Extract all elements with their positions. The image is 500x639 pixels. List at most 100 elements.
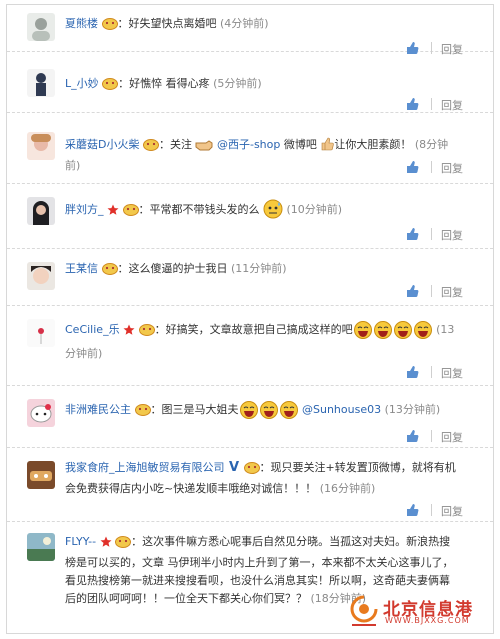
thumbs-up-icon[interactable] — [405, 365, 419, 379]
vip-badge-icon — [243, 461, 260, 480]
avatar[interactable] — [27, 69, 55, 97]
star-badge-icon — [123, 324, 135, 342]
comment-body: 胖刘方_ ：平常都不带钱头发的么 (10分钟前) — [65, 199, 460, 225]
vip-badge-icon — [142, 138, 159, 157]
comment-time: (16分钟前) — [319, 482, 376, 495]
comment-time: (4分钟前) — [220, 17, 269, 30]
comment-actions: 回复 — [405, 160, 475, 176]
avatar[interactable] — [27, 461, 55, 489]
thumbs-up-emoji-icon — [320, 137, 335, 157]
comment-time: (5分钟前) — [213, 77, 262, 90]
username[interactable]: 非洲难民公主 — [65, 403, 131, 416]
comment-text: ：好搞笑，文章故意把自己搞成这样的吧 — [154, 323, 353, 336]
reply-link[interactable]: 回复 — [441, 503, 463, 519]
laughing-emoji-icon — [353, 321, 373, 345]
comment-actions: 回复 — [405, 503, 475, 519]
reply-link[interactable]: 回复 — [441, 365, 463, 381]
comment-time: (11分钟前) — [231, 262, 287, 275]
logo-mark-icon — [350, 595, 378, 626]
comment-body: 采蘑菇D小火柴 ：关注 @西子-shop 微博吧 让你大胆素颜！ (8分钟前) — [65, 136, 460, 175]
comment-text: ：好憔悴 看得心疼 — [118, 77, 210, 90]
thumbs-up-icon[interactable] — [405, 503, 419, 517]
comment-actions: 回复 — [405, 97, 475, 113]
comment-item: 我家食府_上海旭敏贸易有限公司 V ：现只要关注+转发置顶微博，就将有机会免费获… — [7, 447, 493, 522]
reply-link[interactable]: 回复 — [441, 97, 463, 113]
laughing-emoji-icon — [393, 321, 413, 345]
username[interactable]: 采蘑菇D小火柴 — [65, 138, 139, 151]
avatar[interactable] — [27, 399, 55, 427]
divider — [431, 98, 432, 110]
thumbs-up-icon[interactable] — [405, 97, 419, 111]
username[interactable]: 夏熊楼 — [65, 17, 98, 30]
star-badge-icon — [100, 536, 112, 554]
comment-list: 夏熊楼 ：好失望快点离婚吧 (4分钟前) 回复 L_小妙 ：好憔悴 看得心疼 (… — [6, 4, 494, 634]
vip-badge-icon — [115, 535, 132, 554]
pointing-hand-emoji-icon — [195, 139, 213, 157]
watermark-url: WWW.BJXXG.COM — [385, 616, 470, 625]
comment-actions: 回复 — [405, 284, 475, 300]
vip-badge-icon — [134, 403, 151, 422]
verified-v-icon: V — [228, 460, 240, 475]
avatar[interactable] — [27, 533, 55, 561]
avatar[interactable] — [27, 262, 55, 290]
comment-text: ：好失望快点离婚吧 — [117, 17, 217, 30]
avatar[interactable] — [27, 13, 55, 41]
laughing-emoji-icon — [279, 401, 299, 425]
divider — [431, 366, 432, 378]
avatar[interactable] — [27, 197, 55, 225]
vip-badge-icon — [102, 77, 119, 96]
username[interactable]: 我家食府_上海旭敏贸易有限公司 — [65, 461, 225, 474]
thumbs-up-icon[interactable] — [405, 160, 419, 174]
thumbs-up-icon[interactable] — [405, 429, 419, 443]
comment-time: (10分钟前) — [286, 203, 343, 216]
username[interactable]: FLYY-- — [65, 535, 96, 548]
thumbs-up-icon[interactable] — [405, 227, 419, 241]
username[interactable]: 胖刘方_ — [65, 203, 104, 216]
laughing-emoji-icon — [239, 401, 259, 425]
reply-link[interactable]: 回复 — [441, 160, 463, 176]
comment-actions: 回复 — [405, 365, 475, 381]
username[interactable]: L_小妙 — [65, 77, 99, 90]
comment-body: 我家食府_上海旭敏贸易有限公司 V ：现只要关注+转发置顶微博，就将有机会免费获… — [65, 459, 460, 498]
sweat-emoji-icon — [263, 199, 283, 225]
vip-badge-icon — [138, 323, 155, 342]
mention-link[interactable]: @Sunhouse03 — [302, 403, 381, 416]
comment-text: 让你大胆素颜！ — [334, 138, 412, 151]
comment-actions: 回复 — [405, 227, 475, 243]
mention-link[interactable]: @西子-shop — [217, 138, 280, 151]
vip-badge-icon — [101, 17, 118, 36]
comment-item: CeCilie_乐 ：好搞笑，文章故意把自己搞成这样的吧 (13分钟前) 回复 — [7, 305, 493, 386]
comment-text: ：关注 — [158, 138, 192, 151]
site-watermark-logo: 北京信息港 WWW.BJXXG.COM — [349, 595, 489, 629]
laughing-emoji-icon — [259, 401, 279, 425]
avatar[interactable] — [27, 319, 55, 347]
vip-badge-icon — [101, 262, 118, 281]
thumbs-up-icon[interactable] — [405, 284, 419, 298]
divider — [431, 430, 432, 442]
comment-body: 王某信 ：这么傻逼的护士我日 (11分钟前) — [65, 260, 460, 281]
avatar[interactable] — [27, 132, 55, 160]
comment-text: ：图三是马大姐夫 — [150, 403, 239, 416]
divider — [431, 285, 432, 297]
username[interactable]: CeCilie_乐 — [65, 323, 120, 336]
comment-item: 采蘑菇D小火柴 ：关注 @西子-shop 微博吧 让你大胆素颜！ (8分钟前) … — [7, 112, 493, 184]
divider — [431, 228, 432, 240]
comment-item: 胖刘方_ ：平常都不带钱头发的么 (10分钟前) 回复 — [7, 183, 493, 249]
reply-link[interactable]: 回复 — [441, 284, 463, 300]
comment-time: (13分钟前) — [384, 403, 441, 416]
comment-item: 夏熊楼 ：好失望快点离婚吧 (4分钟前) 回复 — [7, 5, 493, 56]
reply-link[interactable]: 回复 — [441, 429, 463, 445]
reply-link[interactable]: 回复 — [441, 227, 463, 243]
comment-body: 非洲难民公主 ：图三是马大姐夫 @Sunhouse03 (13分钟前) — [65, 401, 460, 425]
comment-body: L_小妙 ：好憔悴 看得心疼 (5分钟前) — [65, 75, 460, 96]
comment-body: CeCilie_乐 ：好搞笑，文章故意把自己搞成这样的吧 (13分钟前) — [65, 321, 460, 363]
comment-actions: 回复 — [405, 429, 475, 445]
comment-body: 夏熊楼 ：好失望快点离婚吧 (4分钟前) — [65, 15, 460, 36]
username[interactable]: 王某信 — [65, 262, 98, 275]
comment-item: 非洲难民公主 ：图三是马大姐夫 @Sunhouse03 (13分钟前) 回复 — [7, 385, 493, 448]
laughing-emoji-icon — [413, 321, 433, 345]
divider — [431, 504, 432, 516]
divider — [431, 161, 432, 173]
vip-badge-icon — [122, 203, 139, 222]
comment-text: 微博吧 — [280, 138, 317, 151]
